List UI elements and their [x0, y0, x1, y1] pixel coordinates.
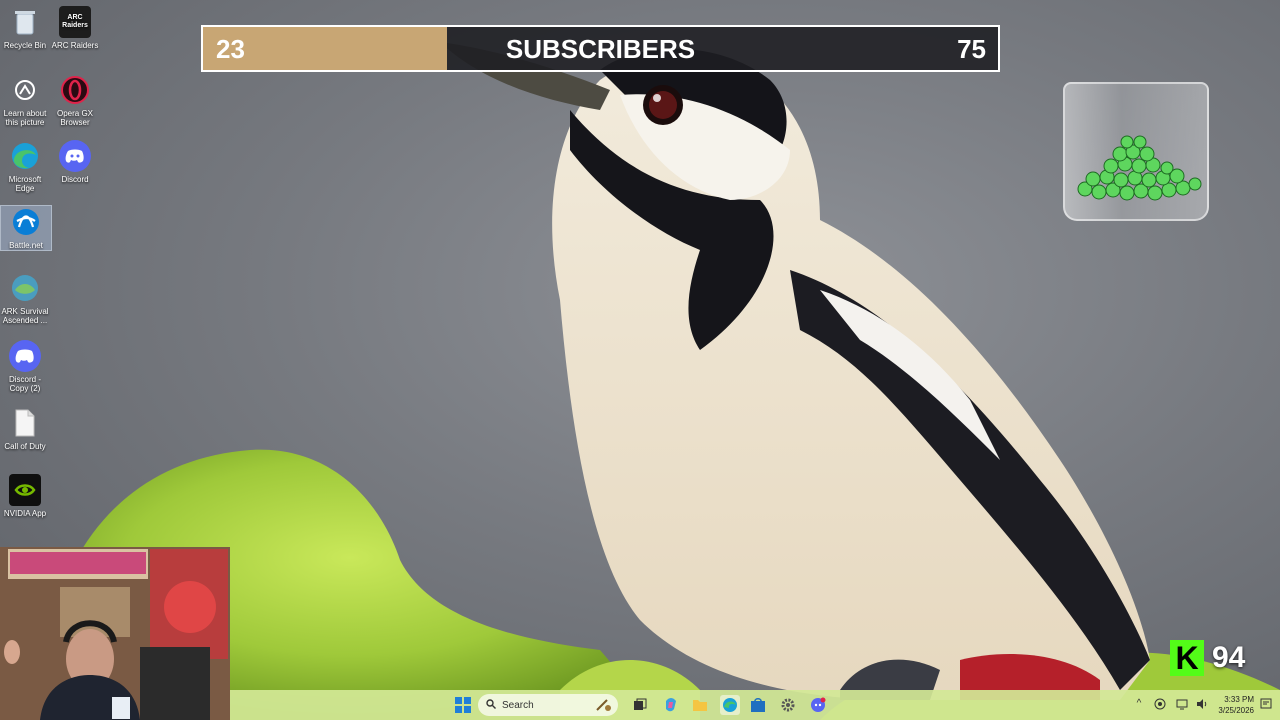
search-placeholder: Search — [502, 699, 534, 711]
taskbar-file-explorer[interactable] — [690, 695, 710, 715]
desktop-icon-opera-gx[interactable]: Opera GX Browser — [50, 74, 100, 127]
desktop-icon-label: ARC Raiders — [51, 41, 99, 50]
desktop-icon-learn-about-picture[interactable]: Learn about this picture — [0, 74, 50, 127]
discord-icon — [9, 340, 41, 372]
desktop-icon-label: ARK Survival Ascended ... — [1, 307, 49, 325]
gear-icon — [781, 698, 795, 712]
clock-time: 3:33 PM — [1224, 695, 1254, 704]
desktop-icon-ark[interactable]: ARK Survival Ascended ... — [0, 272, 50, 325]
start-button[interactable] — [453, 695, 473, 715]
task-view-icon — [634, 698, 647, 710]
tip-jar-widget — [1063, 82, 1209, 221]
desktop-icon-label: Opera GX Browser — [56, 109, 93, 127]
taskbar-clock[interactable]: 3:33 PM 3/25/2026 — [1218, 694, 1254, 716]
desktop-icon-label: Discord — [61, 175, 89, 184]
kick-logo-icon: K — [1170, 640, 1204, 676]
desktop-icon-nvidia-app[interactable]: NVIDIA App — [0, 474, 50, 518]
taskbar-discord[interactable] — [808, 695, 828, 715]
kick-follower-count: 94 — [1212, 641, 1246, 674]
store-icon — [751, 698, 765, 712]
search-highlight-icon — [596, 699, 611, 711]
clock-date: 3/25/2026 — [1218, 706, 1254, 715]
task-view-button[interactable] — [630, 695, 650, 715]
arc-raiders-icon: ARC Raiders — [59, 6, 91, 38]
ark-icon — [9, 272, 41, 304]
desktop-icon-label: Battle.net — [9, 241, 43, 250]
discord-icon — [811, 697, 826, 712]
kick-follower-badge: K 94 — [1164, 633, 1264, 683]
notification-icon[interactable] — [1260, 698, 1272, 710]
recycle-bin-icon — [9, 6, 41, 38]
tray-monitor-icon[interactable] — [1176, 698, 1188, 710]
desktop-icon-arc-raiders[interactable]: ARC Raiders ARC Raiders — [50, 6, 100, 50]
taskbar-edge[interactable] — [720, 695, 740, 715]
copilot-icon — [666, 698, 676, 712]
discord-icon — [59, 140, 91, 172]
tray-overflow-chevron[interactable]: ^ — [1133, 698, 1145, 710]
desktop-icon-label: Microsoft Edge — [8, 175, 42, 193]
taskbar-store[interactable] — [748, 695, 768, 715]
desktop-icon-call-of-duty[interactable]: Call of Duty — [0, 407, 50, 451]
desktop-icon-label: Call of Duty — [4, 442, 46, 451]
desktop-icon-label: Recycle Bin — [3, 41, 47, 50]
jar-contents — [1077, 135, 1202, 201]
subscriber-goal-title: SUBSCRIBERS — [505, 34, 696, 64]
tray-network-icon[interactable] — [1154, 698, 1166, 710]
taskbar: Search ^ 3:33 PM 3/25/2026 — [230, 690, 1280, 720]
desktop-icon-label: Discord - Copy (2) — [8, 375, 41, 393]
edge-icon — [723, 698, 737, 712]
nvidia-icon — [9, 474, 41, 506]
desktop-icon-discord-copy[interactable]: Discord - Copy (2) — [0, 340, 50, 393]
search-icon — [486, 698, 496, 712]
subscriber-goal-bar: 23 SUBSCRIBERS 75 — [201, 25, 1000, 72]
webcam-image — [0, 547, 230, 720]
folder-icon — [693, 700, 707, 711]
desktop-icon-edge[interactable]: Microsoft Edge — [0, 140, 50, 193]
tray-volume-icon[interactable] — [1196, 698, 1208, 710]
desktop-icon-battlenet[interactable]: Battle.net — [0, 205, 52, 251]
subscriber-goal-target: 75 — [957, 34, 986, 64]
taskbar-settings[interactable] — [778, 695, 798, 715]
edge-icon — [9, 140, 41, 172]
taskbar-search-highlight[interactable] — [594, 695, 614, 715]
desktop-icon-label: Learn about this picture — [3, 109, 47, 127]
learn-picture-icon — [9, 74, 41, 106]
desktop-icon-discord[interactable]: Discord — [50, 140, 100, 184]
desktop-icon-label: NVIDIA App — [3, 509, 47, 518]
taskbar-copilot[interactable] — [661, 695, 681, 715]
arc-logo-text: ARC Raiders — [62, 14, 88, 29]
opera-gx-icon — [59, 74, 91, 106]
battlenet-icon — [10, 206, 42, 238]
desktop-icon-recycle-bin[interactable]: Recycle Bin — [0, 6, 50, 50]
webcam-feed — [0, 547, 230, 720]
file-icon — [9, 407, 41, 439]
windows-start-icon — [455, 697, 471, 713]
